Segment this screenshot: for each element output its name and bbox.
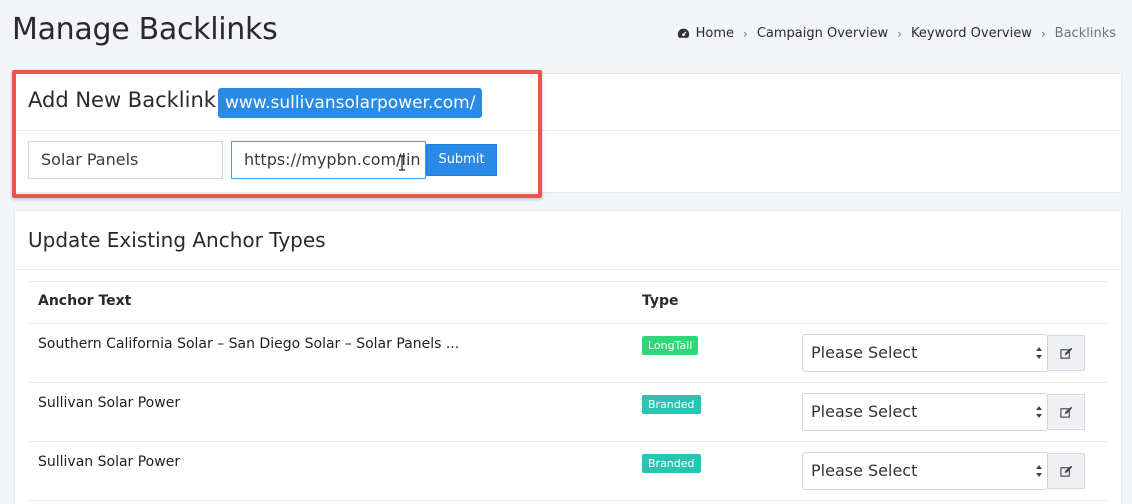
text-cursor-icon xyxy=(399,155,405,171)
domain-badge: www.sullivansolarpower.com/ xyxy=(218,88,483,118)
select-arrows-icon xyxy=(1036,347,1042,359)
table-border xyxy=(28,281,1108,282)
type-badge: Branded xyxy=(642,395,701,414)
card-divider xyxy=(15,130,1121,131)
update-anchors-title: Update Existing Anchor Types xyxy=(28,228,326,252)
edit-button[interactable] xyxy=(1048,394,1085,430)
keyword-input[interactable]: Solar Panels xyxy=(28,141,223,179)
select-value: Please Select xyxy=(811,402,918,421)
edit-button[interactable] xyxy=(1048,453,1085,489)
table-border xyxy=(28,323,1108,324)
breadcrumb-home[interactable]: Home xyxy=(696,26,734,41)
select-arrows-icon xyxy=(1036,465,1042,477)
select-value: Please Select xyxy=(811,343,918,362)
anchor-type-select[interactable]: Please Select xyxy=(802,393,1048,431)
edit-icon xyxy=(1060,347,1073,359)
select-value: Please Select xyxy=(811,461,918,480)
chevron-right-icon: › xyxy=(1040,26,1046,41)
dashboard-icon xyxy=(677,28,689,38)
edit-icon xyxy=(1060,406,1073,418)
submit-button[interactable]: Submit xyxy=(426,144,497,176)
add-backlink-title: Add New Backlink xyxy=(28,88,216,112)
card-divider xyxy=(15,269,1121,270)
table-border xyxy=(28,500,1108,501)
table-row-anchor-text: Sullivan Solar Power xyxy=(38,395,181,411)
breadcrumb-current: Backlinks xyxy=(1054,26,1116,41)
breadcrumb-keyword-overview[interactable]: Keyword Overview xyxy=(911,26,1032,41)
breadcrumb: Home › Campaign Overview › Keyword Overv… xyxy=(677,26,1116,41)
column-header-anchor-text: Anchor Text xyxy=(38,293,132,309)
table-border xyxy=(28,382,1108,383)
column-header-type: Type xyxy=(642,293,679,309)
table-row-anchor-text: Sullivan Solar Power xyxy=(38,454,181,470)
chevron-right-icon: › xyxy=(897,26,902,41)
breadcrumb-campaign-overview[interactable]: Campaign Overview xyxy=(757,26,888,41)
add-backlink-card: Add New Backlink www.sullivansolarpower.… xyxy=(14,73,1122,193)
select-arrows-icon xyxy=(1036,406,1042,418)
chevron-right-icon: › xyxy=(743,26,748,41)
type-badge: Branded xyxy=(642,454,701,473)
type-badge: LongTail xyxy=(642,336,699,355)
anchor-type-select[interactable]: Please Select xyxy=(802,452,1048,490)
page-title: Manage Backlinks xyxy=(12,12,278,47)
backlink-url-input[interactable]: https://mypbn.com/lin xyxy=(231,141,426,179)
edit-button[interactable] xyxy=(1048,335,1085,371)
table-border xyxy=(28,441,1108,442)
table-row-anchor-text: Southern California Solar – San Diego So… xyxy=(38,336,460,352)
update-anchors-card: Update Existing Anchor Types Anchor Text… xyxy=(14,210,1122,504)
anchor-type-select[interactable]: Please Select xyxy=(802,334,1048,372)
edit-icon xyxy=(1060,465,1073,477)
